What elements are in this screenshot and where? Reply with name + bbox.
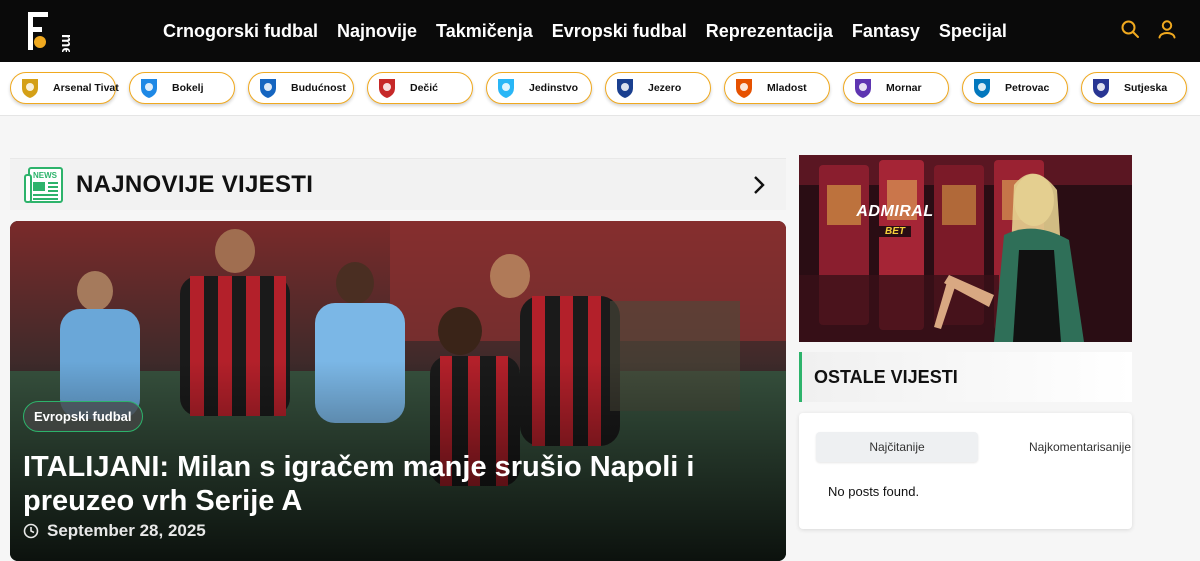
other-news-header: OSTALE VIJESTI [799, 352, 1132, 402]
date-text: September 28, 2025 [47, 521, 206, 540]
site-logo[interactable]: me [26, 10, 74, 52]
club-name: Mladost [767, 82, 807, 94]
chevron-right-icon[interactable] [748, 173, 770, 197]
club-jedinstvo[interactable]: Jedinstvo [486, 72, 592, 104]
clock-icon [23, 523, 39, 539]
club-name: Bokelj [172, 82, 204, 94]
club-crest-icon [855, 79, 871, 98]
club-budu-nost[interactable]: Budućnost [248, 72, 354, 104]
featured-article[interactable]: Evropski fudbal ITALIJANI: Milan s igrač… [10, 221, 786, 561]
club-name: Petrovac [1005, 82, 1050, 94]
club-name: Sutjeska [1124, 82, 1168, 94]
club-sutjeska[interactable]: Sutjeska [1081, 72, 1187, 104]
club-name: Mornar [886, 82, 922, 94]
tabbed-posts-panel: Najčitanije Najkomentarisanije No posts … [799, 413, 1132, 529]
article-title[interactable]: ITALIJANI: Milan s igračem manje srušio … [23, 450, 743, 518]
category-badge[interactable]: Evropski fudbal [23, 401, 143, 432]
svg-text:NEWS: NEWS [33, 171, 58, 180]
svg-text:me: me [58, 34, 74, 52]
club-crest-icon [974, 79, 990, 98]
nav-item-reprezentacija[interactable]: Reprezentacija [706, 21, 833, 42]
ad-brand: ADMIRAL [856, 203, 934, 220]
club-crest-icon [617, 79, 633, 98]
user-icon[interactable] [1157, 19, 1177, 39]
main-menu: Crnogorski fudbal Najnovije Takmičenja Evro… [163, 0, 1007, 62]
club-crest-icon [379, 79, 395, 98]
section-title: NAJNOVIJE VIJESTI [76, 171, 314, 198]
club-name: Jedinstvo [529, 82, 579, 94]
latest-news-header: NEWS NAJNOVIJE VIJESTI [10, 158, 786, 210]
club-crest-icon [736, 79, 752, 98]
club-crest-icon [498, 79, 514, 98]
club-bokelj[interactable]: Bokelj [129, 72, 235, 104]
article-date: September 28, 2025 [23, 521, 206, 541]
club-strip: Arsenal Tivat Bokelj Budućnost Dečić Jedinst… [0, 62, 1200, 116]
club-crest-icon [141, 79, 157, 98]
advertisement-banner[interactable]: ADMIRAL BET [799, 155, 1132, 342]
tab-najkomentarisanije[interactable]: Najkomentarisanije [999, 432, 1161, 462]
club-arsenal-tivat[interactable]: Arsenal Tivat [10, 72, 119, 104]
club-name: Arsenal Tivat [53, 82, 119, 94]
club-jezero[interactable]: Jezero [605, 72, 711, 104]
search-icon[interactable] [1120, 19, 1140, 39]
ad-image [799, 155, 1132, 342]
empty-message: No posts found. [828, 484, 920, 499]
nav-item-crnogorski-fudbal[interactable]: Crnogorski fudbal [163, 21, 318, 42]
nav-item-takmi-enja[interactable]: Takmičenja [436, 21, 533, 42]
club-petrovac[interactable]: Petrovac [962, 72, 1068, 104]
club-de-i-[interactable]: Dečić [367, 72, 473, 104]
ad-brand-sub: BET [879, 226, 911, 237]
tab-najcitanije[interactable]: Najčitanije [816, 432, 978, 462]
club-name: Jezero [648, 82, 682, 94]
newspaper-icon: NEWS [24, 167, 63, 203]
club-name: Dečić [410, 82, 439, 94]
nav-item-specijal[interactable]: Specijal [939, 21, 1007, 42]
club-mornar[interactable]: Mornar [843, 72, 949, 104]
nav-item-fantasy[interactable]: Fantasy [852, 21, 920, 42]
club-crest-icon [260, 79, 276, 98]
club-mladost[interactable]: Mladost [724, 72, 830, 104]
club-crest-icon [22, 79, 38, 98]
top-navigation-bar: me Crnogorski fudbal Najnovije Takmičenja E… [0, 0, 1200, 62]
nav-item-najnovije[interactable]: Najnovije [337, 21, 417, 42]
nav-item-evropski-fudbal[interactable]: Evropski fudbal [552, 21, 687, 42]
club-crest-icon [1093, 79, 1109, 98]
sidebar-section-title: OSTALE VIJESTI [814, 367, 958, 387]
club-name: Budućnost [291, 82, 346, 94]
